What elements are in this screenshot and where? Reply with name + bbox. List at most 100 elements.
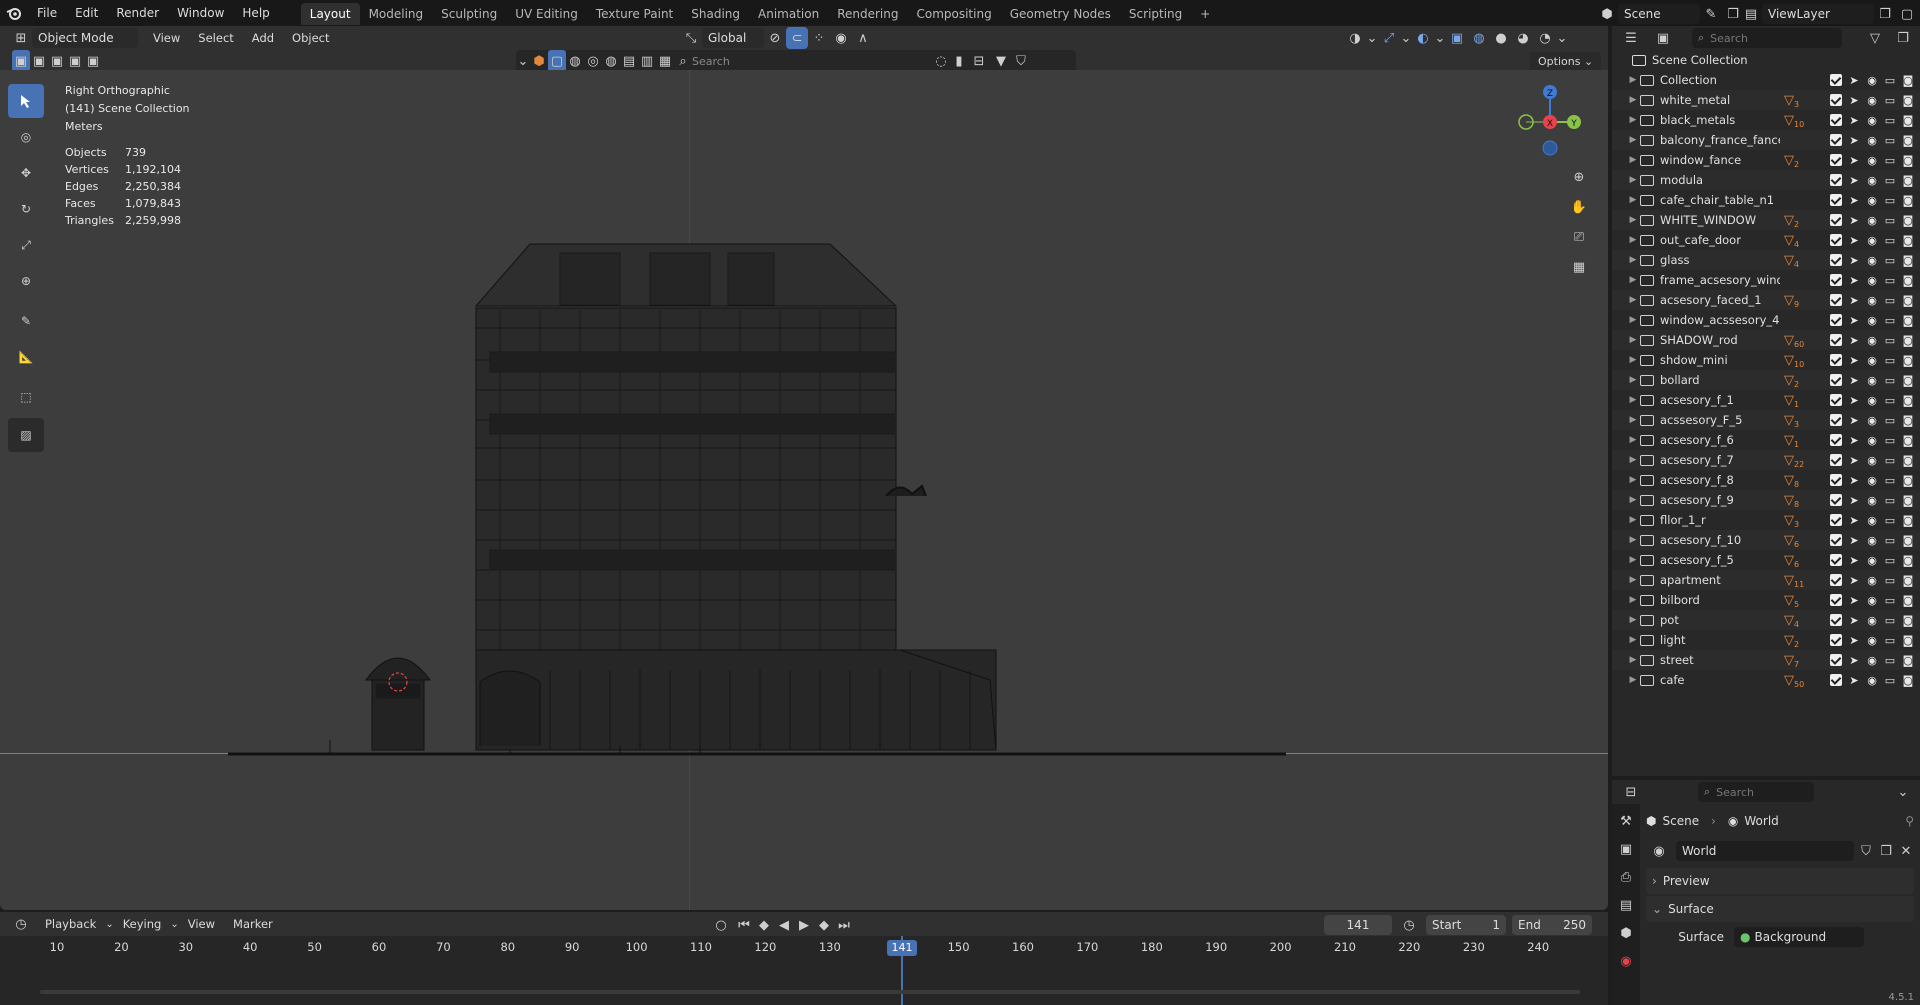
tab-texture-paint[interactable]: Texture Paint (587, 3, 682, 25)
outliner-collection-row[interactable]: ▶ light ▽ 2 ➤ ◉ ▭ ◙ (1612, 630, 1920, 650)
duplicate-icon[interactable]: ❐ (1878, 840, 1894, 862)
eye-icon[interactable]: ◉ (1866, 114, 1878, 127)
start-frame-field[interactable]: Start 1 (1426, 915, 1506, 935)
exclude-checkbox[interactable] (1830, 294, 1842, 306)
camera-icon[interactable]: ◙ (1902, 394, 1914, 407)
image-tool-icon[interactable]: ▨ (8, 418, 44, 452)
fake-user-icon[interactable]: ⛉ (1858, 840, 1874, 862)
perspective-grid-icon[interactable]: ▦ (1568, 256, 1590, 278)
eye-icon[interactable]: ◉ (1866, 534, 1878, 547)
expand-arrow-icon[interactable]: ▶ (1626, 475, 1640, 485)
eye-icon[interactable]: ◉ (1866, 254, 1878, 267)
surface-shader-field[interactable]: ● Background (1734, 927, 1864, 947)
snap-icon[interactable]: ⊂ (786, 27, 808, 49)
timeline-track[interactable]: 10 20 30 40 50 60 70 80 90 100 110 120 130 150 160 170 1… (0, 936, 1608, 1005)
eye-icon[interactable]: ◉ (1866, 474, 1878, 487)
eye-icon[interactable]: ◉ (1866, 674, 1878, 687)
monitor-icon[interactable]: ▭ (1884, 374, 1896, 387)
material-shading-icon[interactable]: ◕ (1512, 27, 1534, 49)
current-frame-field[interactable]: 141 (1324, 915, 1392, 935)
selectable-arrow-icon[interactable]: ➤ (1848, 194, 1860, 207)
camera-icon[interactable]: ◙ (1902, 114, 1914, 127)
play-icon[interactable]: ▶ (796, 914, 812, 936)
selectable-arrow-icon[interactable]: ➤ (1848, 234, 1860, 247)
viewport-menu-view[interactable]: View (144, 25, 189, 51)
view-layer-tab-icon[interactable]: ▤ (1615, 894, 1637, 916)
monitor-icon[interactable]: ▭ (1884, 634, 1896, 647)
display-mode-icon[interactable]: ▣ (1650, 27, 1676, 49)
camera-icon[interactable]: ◙ (1902, 614, 1914, 627)
solid-shading-icon[interactable]: ● (1490, 27, 1512, 49)
monitor-icon[interactable]: ▭ (1884, 554, 1896, 567)
eye-icon[interactable]: ◉ (1866, 574, 1878, 587)
clear-search-icon[interactable]: ◌ (932, 50, 950, 72)
eye-icon[interactable]: ◉ (1866, 194, 1878, 207)
exclude-checkbox[interactable] (1830, 94, 1842, 106)
outliner-collection-row[interactable]: ▶ modula ➤ ◉ ▭ ◙ (1612, 170, 1920, 190)
camera-icon[interactable]: ◙ (1902, 154, 1914, 167)
camera-icon[interactable]: ◙ (1902, 554, 1914, 567)
expand-arrow-icon[interactable]: ▶ (1626, 115, 1640, 125)
outliner-collection-row[interactable]: ▶ white_metal ▽ 3 ➤ ◉ ▭ ◙ (1612, 90, 1920, 110)
selectable-arrow-icon[interactable]: ➤ (1848, 434, 1860, 447)
expand-arrow-icon[interactable]: ▶ (1626, 135, 1640, 145)
monitor-icon[interactable]: ▭ (1884, 394, 1896, 407)
camera-icon[interactable]: ◙ (1902, 334, 1914, 347)
exclude-checkbox[interactable] (1830, 674, 1842, 686)
monitor-icon[interactable]: ▭ (1884, 494, 1896, 507)
world-browse-icon[interactable]: ◉ (1646, 840, 1672, 862)
expand-arrow-icon[interactable]: ▶ (1626, 595, 1640, 605)
eye-icon[interactable]: ◉ (1866, 354, 1878, 367)
monitor-icon[interactable]: ▭ (1884, 534, 1896, 547)
camera-icon[interactable]: ◙ (1902, 514, 1914, 527)
eye-icon[interactable]: ◉ (1866, 394, 1878, 407)
viewport-menu-object[interactable]: Object (283, 25, 338, 51)
selectable-arrow-icon[interactable]: ➤ (1848, 294, 1860, 307)
new-collection-icon[interactable]: ❐ (1892, 27, 1914, 49)
monitor-icon[interactable]: ▭ (1884, 474, 1896, 487)
expand-arrow-icon[interactable]: ▶ (1626, 255, 1640, 265)
eye-icon[interactable]: ◉ (1866, 434, 1878, 447)
editor-type-icon[interactable]: ⊞ (10, 27, 32, 49)
selectable-arrow-icon[interactable]: ➤ (1848, 494, 1860, 507)
selectable-arrow-icon[interactable]: ➤ (1848, 214, 1860, 227)
monitor-icon[interactable]: ▭ (1884, 654, 1896, 667)
mode-selector[interactable]: Object Mode (32, 28, 138, 48)
outliner-collection-row[interactable]: ▶ SHADOW_rod ▽ 60 ➤ ◉ ▭ ◙ (1612, 330, 1920, 350)
scene-tab-icon[interactable]: ⬢ (1615, 922, 1637, 944)
eye-icon[interactable]: ◉ (1866, 74, 1878, 87)
eye-icon[interactable]: ◉ (1866, 214, 1878, 227)
jump-end-icon[interactable]: ⏭ (836, 914, 852, 936)
selectable-arrow-icon[interactable]: ➤ (1848, 474, 1860, 487)
proportional-edit-icon[interactable]: ◉ (830, 27, 852, 49)
filter-icon-5[interactable]: ▥ (638, 50, 656, 72)
monitor-icon[interactable]: ▭ (1884, 234, 1896, 247)
rendered-shading-icon[interactable]: ◔ (1534, 27, 1556, 49)
outliner-collection-row[interactable]: ▶ acsesory_f_9 ▽ 8 ➤ ◉ ▭ ◙ (1612, 490, 1920, 510)
exclude-checkbox[interactable] (1830, 554, 1842, 566)
outliner-collection-row[interactable]: ▶ shdow_mini ▽ 10 ➤ ◉ ▭ ◙ (1612, 350, 1920, 370)
timeline-menu-keying[interactable]: Keying (114, 911, 171, 937)
camera-icon[interactable]: ◙ (1902, 594, 1914, 607)
selectable-arrow-icon[interactable]: ➤ (1848, 274, 1860, 287)
exclude-checkbox[interactable] (1830, 134, 1842, 146)
selectable-arrow-icon[interactable]: ➤ (1848, 574, 1860, 587)
monitor-icon[interactable]: ▭ (1884, 194, 1896, 207)
tab-rendering[interactable]: Rendering (828, 3, 907, 25)
tab-geometry-nodes[interactable]: Geometry Nodes (1001, 3, 1120, 25)
world-name-field[interactable]: World (1676, 841, 1854, 861)
exclude-checkbox[interactable] (1830, 174, 1842, 186)
exclude-checkbox[interactable] (1830, 534, 1842, 546)
monitor-icon[interactable]: ▭ (1884, 454, 1896, 467)
outliner-collection-row[interactable]: ▶ Collection ➤ ◉ ▭ ◙ (1612, 70, 1920, 90)
timeline-scrollbar[interactable] (40, 990, 1580, 994)
outliner-collection-row[interactable]: ▶ street ▽ 7 ➤ ◉ ▭ ◙ (1612, 650, 1920, 670)
exclude-checkbox[interactable] (1830, 354, 1842, 366)
pan-hand-icon[interactable]: ✋ (1568, 196, 1590, 218)
outliner-collection-row[interactable]: ▶ pot ▽ 4 ➤ ◉ ▭ ◙ (1612, 610, 1920, 630)
move-tool-icon[interactable]: ✥ (8, 156, 44, 190)
timeline-menu-marker[interactable]: Marker (224, 911, 282, 937)
expand-arrow-icon[interactable]: ▶ (1626, 675, 1640, 685)
chevron-down-icon[interactable]: ⌄ (1892, 781, 1914, 803)
exclude-checkbox[interactable] (1830, 394, 1842, 406)
